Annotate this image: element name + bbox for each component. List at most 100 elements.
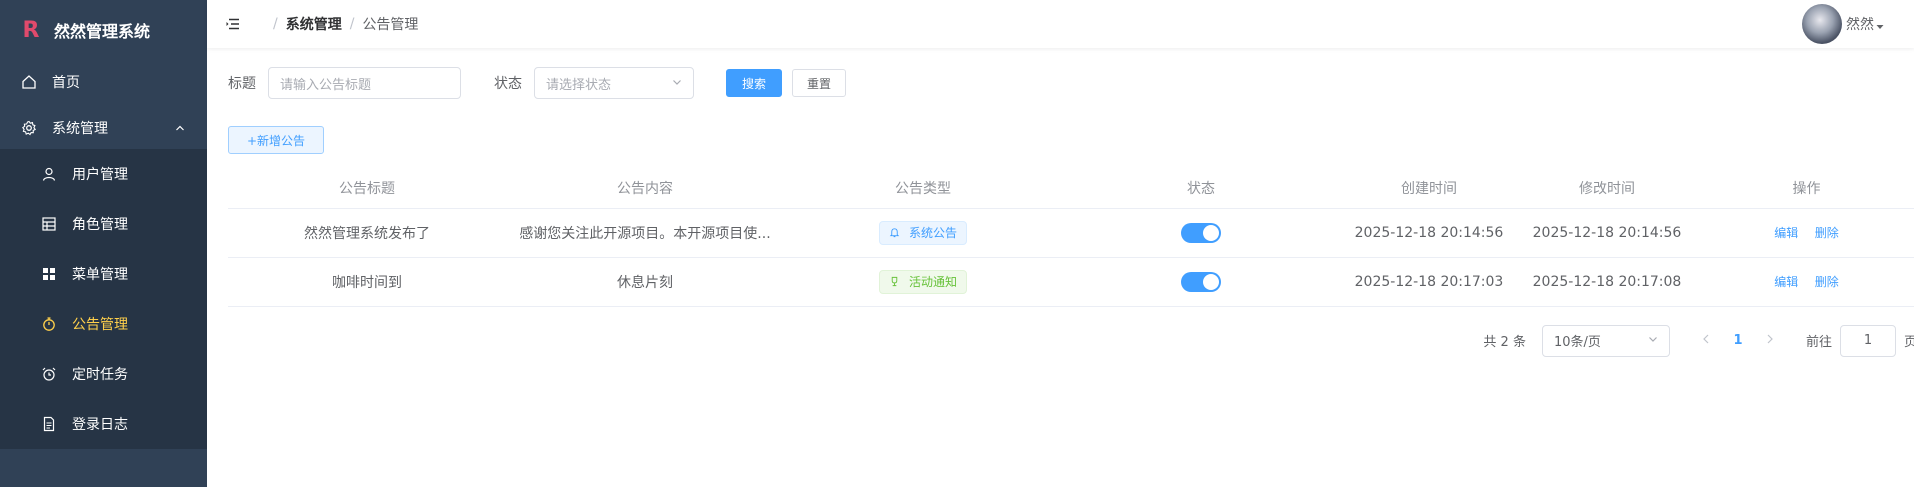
cell-actions: 编辑 删除	[1696, 257, 1914, 307]
top-navbar: / 系统管理 / 公告管理 然然	[207, 0, 1914, 48]
column-header-updated: 修改时间	[1518, 168, 1696, 209]
chevron-right-icon	[1766, 333, 1774, 348]
home-icon	[20, 73, 38, 91]
chevron-down-icon	[1648, 333, 1658, 348]
column-header-title: 公告标题	[228, 168, 506, 209]
sidebar-item-login-log[interactable]: 登录日志	[0, 399, 207, 449]
hamburger-icon	[226, 15, 240, 34]
column-header-content: 公告内容	[506, 168, 784, 209]
type-tag-label: 系统公告	[908, 226, 957, 240]
breadcrumb-item-system[interactable]: 系统管理	[286, 14, 342, 34]
status-switch[interactable]	[1181, 222, 1221, 243]
table-header-row: 公告标题 公告内容 公告类型 状态 创建时间 修改时间 操作	[228, 168, 1914, 209]
sidebar-item-tasks[interactable]: 定时任务	[0, 349, 207, 399]
sidebar-item-label: 公告管理	[72, 317, 128, 333]
gear-icon	[20, 119, 38, 137]
sidebar-item-users[interactable]: 用户管理	[0, 149, 207, 199]
breadcrumb-separator: /	[273, 16, 278, 32]
cell-status	[1062, 208, 1340, 258]
type-tag: 系统公告	[878, 220, 967, 245]
caret-down-icon	[1876, 15, 1886, 34]
sidebar-item-roles[interactable]: 角色管理	[0, 199, 207, 249]
sidebar-logo[interactable]: R 然然管理系统	[0, 0, 207, 60]
user-icon	[40, 165, 58, 183]
sidebar-item-menus[interactable]: 菜单管理	[0, 249, 207, 299]
cell-updated: 2025-12-18 20:17:08	[1518, 257, 1696, 307]
breadcrumb-item-current: 公告管理	[362, 17, 419, 33]
status-switch[interactable]	[1181, 271, 1221, 292]
cell-created: 2025-12-18 20:17:03	[1340, 257, 1518, 307]
sidebar-item-label: 菜单管理	[72, 267, 128, 283]
page-jumper: 前往 1 页	[1805, 324, 1914, 357]
page-suffix-label: 页	[1903, 335, 1914, 350]
page-size-select[interactable]: 10条/页	[1541, 324, 1670, 357]
alarm-clock-icon	[40, 365, 58, 383]
title-label: 标题	[228, 76, 256, 92]
column-header-status: 状态	[1062, 168, 1340, 209]
pagination: 共 2 条 10条/页 1 前往 1 页	[228, 324, 1914, 357]
edit-button[interactable]: 编辑	[1774, 226, 1798, 240]
sidebar: R 然然管理系统 首页 系统管理 用户管理 角色管理 菜单管理 公告管理 定时任…	[0, 0, 207, 487]
reset-button[interactable]: 重置	[792, 69, 847, 97]
stopwatch-icon	[40, 315, 58, 333]
sidebar-item-label: 用户管理	[72, 167, 128, 183]
sidebar-item-label: 登录日志	[72, 417, 128, 433]
sidebar-item-label: 定时任务	[72, 367, 128, 383]
cell-type: 系统公告	[784, 208, 1062, 258]
document-icon	[40, 415, 58, 433]
sidebar-item-label: 首页	[52, 75, 80, 91]
title-search-placeholder: 请输入公告标题	[280, 77, 372, 93]
status-select[interactable]: 请选择状态	[534, 67, 694, 99]
page-size-value: 10条/页	[1553, 335, 1601, 350]
prev-page-button[interactable]	[1690, 325, 1722, 357]
add-notice-button[interactable]: +新增公告	[228, 126, 324, 154]
delete-button[interactable]: 删除	[1815, 275, 1839, 289]
cell-created: 2025-12-18 20:14:56	[1340, 208, 1518, 258]
chevron-down-icon	[672, 76, 682, 91]
chevron-up-icon	[175, 121, 185, 137]
app-title: 然然管理系统	[54, 22, 151, 41]
logo-icon: R	[22, 17, 40, 43]
column-header-created: 创建时间	[1340, 168, 1518, 209]
search-button[interactable]: 搜索	[726, 69, 783, 97]
bell-icon	[889, 227, 900, 238]
page-content: 标题 请输入公告标题 状态 请选择状态 搜索 重置 +新增公告 公告标题 公告内…	[207, 48, 1914, 357]
grid-icon	[40, 215, 58, 233]
sidebar-item-system[interactable]: 系统管理	[0, 103, 207, 153]
main-area: / 系统管理 / 公告管理 然然 标题 请输入公告标题 状态 请选择状态 搜索 …	[207, 0, 1914, 487]
pagination-total: 共 2 条	[1483, 335, 1526, 350]
status-label: 状态	[494, 76, 522, 92]
hamburger-toggle[interactable]	[211, 0, 255, 48]
edit-button[interactable]: 编辑	[1774, 275, 1798, 289]
avatar[interactable]	[1802, 4, 1842, 44]
sidebar-item-home[interactable]: 首页	[0, 57, 207, 107]
cell-type: 活动通知	[784, 257, 1062, 307]
trophy-icon	[889, 276, 900, 287]
cell-content: 休息片刻	[506, 257, 784, 307]
table-row: 咖啡时间到 休息片刻 活动通知 2025-12-18 20:17:03 2025…	[228, 257, 1914, 307]
type-tag: 活动通知	[878, 269, 967, 294]
cell-status	[1062, 257, 1340, 307]
next-page-button[interactable]	[1754, 325, 1786, 357]
cell-title: 咖啡时间到	[228, 257, 506, 307]
title-search-input[interactable]: 请输入公告标题	[268, 67, 461, 99]
cell-updated: 2025-12-18 20:14:56	[1518, 208, 1696, 258]
column-header-actions: 操作	[1696, 168, 1914, 209]
goto-page-value: 1	[1863, 333, 1873, 348]
cell-content: 感谢您关注此开源项目。本开源项目使...	[506, 208, 784, 258]
username: 然然	[1846, 17, 1874, 33]
sidebar-item-notices[interactable]: 公告管理	[0, 299, 207, 349]
goto-label: 前往	[1805, 335, 1832, 350]
page-number-current[interactable]: 1	[1722, 325, 1754, 357]
goto-page-input[interactable]: 1	[1839, 324, 1896, 357]
notice-table: 公告标题 公告内容 公告类型 状态 创建时间 修改时间 操作 然然管理系统发布了…	[228, 168, 1914, 307]
type-tag-label: 活动通知	[908, 275, 957, 289]
cell-title: 然然管理系统发布了	[228, 208, 506, 258]
user-menu[interactable]: 然然	[1802, 4, 1886, 44]
sidebar-item-label: 系统管理	[52, 121, 108, 137]
chevron-left-icon	[1702, 333, 1710, 348]
sidebar-item-label: 角色管理	[72, 217, 128, 233]
search-form: 标题 请输入公告标题 状态 请选择状态 搜索 重置	[228, 67, 1894, 99]
delete-button[interactable]: 删除	[1815, 226, 1839, 240]
breadcrumb-separator: /	[349, 16, 355, 32]
